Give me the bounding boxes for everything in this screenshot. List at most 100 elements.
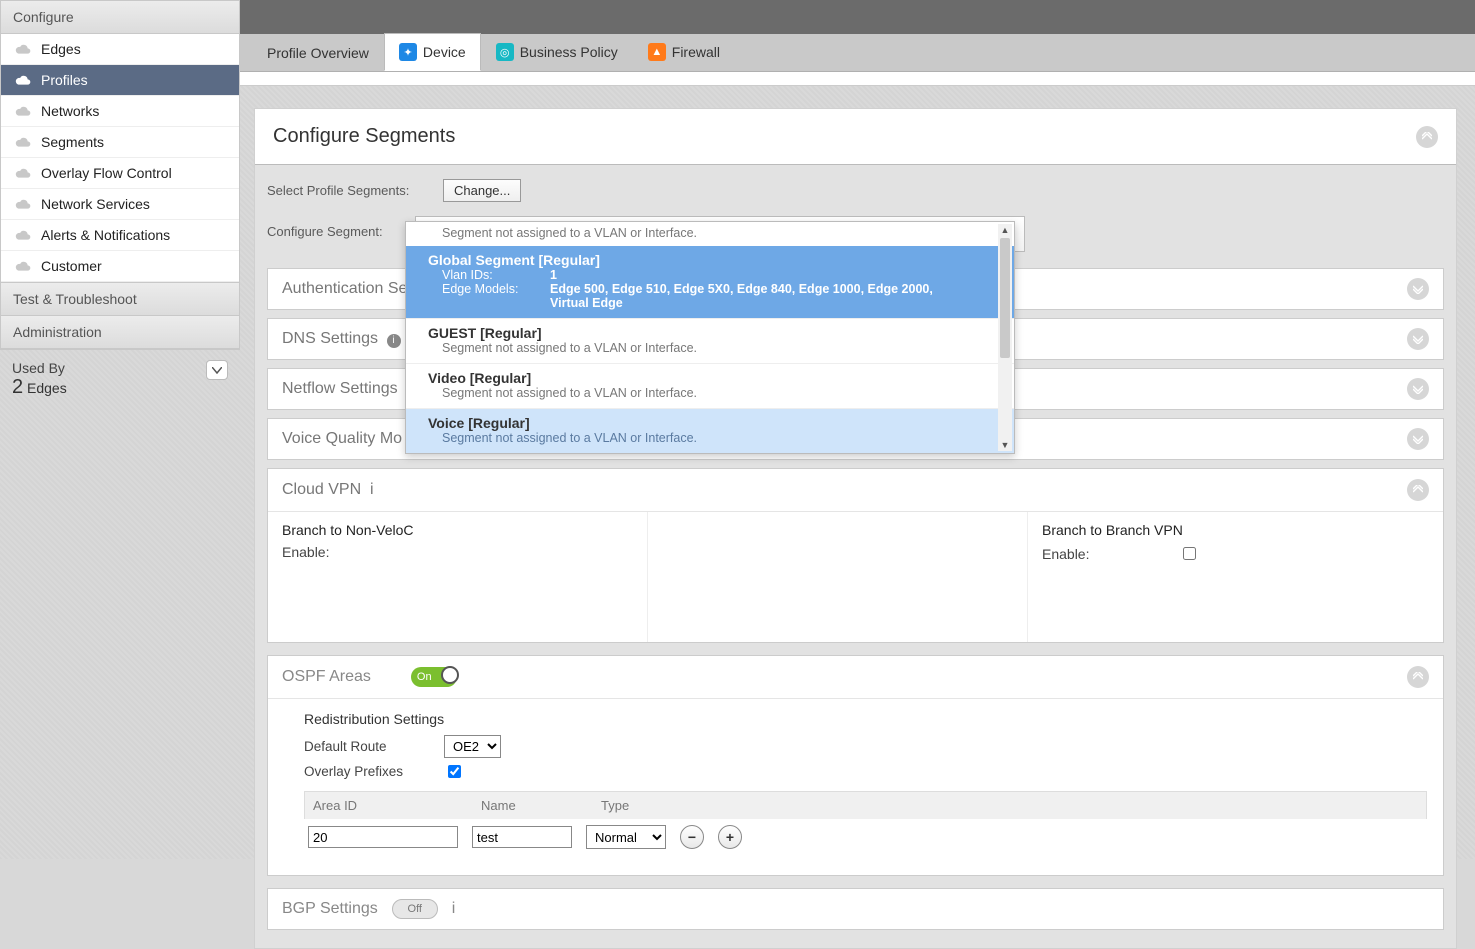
tab-firewall[interactable]: ▲ Firewall — [633, 33, 735, 71]
sidebar: Configure Edges Profiles Networks Segmen… — [0, 0, 240, 859]
sidebar-item-segments[interactable]: Segments — [1, 127, 239, 158]
tab-label: Profile Overview — [267, 45, 369, 61]
expand-button[interactable] — [1407, 328, 1429, 350]
chevron-up-icon — [1413, 672, 1423, 682]
tab-label: Business Policy — [520, 44, 618, 60]
accordion-label: DNS Settings — [282, 330, 378, 347]
cloud-icon — [15, 198, 31, 210]
sidebar-item-network-services[interactable]: Network Services — [1, 189, 239, 220]
tab-label: Device — [423, 44, 466, 60]
device-icon: ✦ — [399, 43, 417, 61]
cloud-icon — [15, 74, 31, 86]
sidebar-item-profiles[interactable]: Profiles — [1, 65, 239, 96]
info-icon: i — [387, 334, 401, 348]
expand-button[interactable] — [1407, 378, 1429, 400]
sidebar-item-label: Overlay Flow Control — [41, 165, 172, 181]
sidebar-item-customer[interactable]: Customer — [1, 251, 239, 282]
dropdown-item-video[interactable]: Video [Regular] Segment not assigned to … — [406, 364, 1014, 409]
sidebar-item-label: Segments — [41, 134, 104, 150]
area-name-input[interactable] — [472, 826, 572, 848]
chevron-down-icon — [1413, 384, 1423, 394]
remove-row-button[interactable]: − — [680, 825, 704, 849]
dropdown-item-sub: Segment not assigned to a VLAN or Interf… — [428, 386, 1004, 400]
dropdown-item-guest[interactable]: GUEST [Regular] Segment not assigned to … — [406, 319, 1014, 364]
overlay-prefixes-label: Overlay Prefixes — [304, 764, 444, 779]
sidebar-header-administration[interactable]: Administration — [1, 316, 239, 349]
used-by-section: Used By 2 Edges — [0, 350, 240, 459]
chevron-up-icon — [1413, 485, 1423, 495]
segment-dropdown: Segment not assigned to a VLAN or Interf… — [405, 221, 1015, 454]
bgp-title: BGP Settings — [282, 900, 378, 918]
ospf-title: OSPF Areas — [282, 668, 371, 686]
vpn-column-branch-branch: Branch to Branch VPN Enable: — [1028, 512, 1443, 642]
cloud-icon — [15, 105, 31, 117]
area-type-select[interactable]: Normal — [586, 825, 666, 849]
sidebar-item-label: Alerts & Notifications — [41, 227, 170, 243]
add-row-button[interactable]: + — [718, 825, 742, 849]
dropdown-item-title: GUEST [Regular] — [428, 325, 1004, 341]
ospf-toggle[interactable]: On — [411, 667, 457, 687]
scroll-up-icon: ▲ — [998, 224, 1012, 236]
tab-profile-overview[interactable]: Profile Overview — [252, 35, 384, 71]
chevron-down-icon — [212, 367, 222, 374]
scroll-thumb[interactable] — [1000, 238, 1010, 358]
default-route-select[interactable]: OE2 — [444, 735, 501, 758]
vpn-column-middle — [648, 512, 1028, 642]
firewall-icon: ▲ — [648, 43, 666, 61]
expand-button[interactable] — [1407, 278, 1429, 300]
cloud-icon — [15, 260, 31, 272]
dropdown-scrollbar[interactable]: ▲ ▼ — [998, 224, 1012, 451]
info-icon: i — [452, 900, 456, 918]
cloud-icon — [15, 136, 31, 148]
redistribution-settings-label: Redistribution Settings — [304, 711, 1427, 727]
vlan-ids-label: Vlan IDs: — [442, 268, 550, 282]
vpn-col-title: Branch to Non-VeloC — [282, 522, 633, 538]
sidebar-header-test-troubleshoot[interactable]: Test & Troubleshoot — [1, 282, 239, 316]
sidebar-item-overlay-flow-control[interactable]: Overlay Flow Control — [1, 158, 239, 189]
top-bar — [240, 0, 1475, 34]
default-route-label: Default Route — [304, 739, 444, 754]
accordion-label: Authentication Se — [282, 280, 407, 297]
toggle-knob-icon — [441, 666, 459, 684]
table-row: Normal − + — [304, 819, 1427, 855]
sidebar-item-networks[interactable]: Networks — [1, 96, 239, 127]
bgp-settings-panel: BGP Settings Off i — [267, 888, 1444, 930]
tab-label: Firewall — [672, 44, 720, 60]
area-id-input[interactable] — [308, 826, 458, 848]
minus-icon: − — [688, 829, 696, 845]
overlay-prefixes-checkbox[interactable] — [448, 765, 461, 778]
dropdown-item-title: Voice [Regular] — [428, 415, 1004, 431]
dropdown-item-voice[interactable]: Voice [Regular] Segment not assigned to … — [406, 409, 1014, 453]
cloud-icon — [15, 229, 31, 241]
dropdown-item-sub: Segment not assigned to a VLAN or Interf… — [428, 431, 1004, 445]
cloud-vpn-title: Cloud VPN — [282, 481, 361, 498]
enable-label: Enable: — [282, 544, 633, 560]
branch-to-branch-enable-checkbox[interactable] — [1183, 547, 1196, 560]
business-policy-icon: ◎ — [496, 43, 514, 61]
sidebar-item-alerts-notifications[interactable]: Alerts & Notifications — [1, 220, 239, 251]
change-button[interactable]: Change... — [443, 179, 521, 202]
col-type: Type — [593, 792, 683, 819]
cloud-icon — [15, 43, 31, 55]
chevron-down-icon — [1413, 334, 1423, 344]
accordion-label: Netflow Settings — [282, 380, 398, 397]
collapse-button[interactable] — [1407, 479, 1429, 501]
expand-button[interactable] — [1407, 428, 1429, 450]
tab-device[interactable]: ✦ Device — [384, 33, 481, 71]
chevron-up-icon — [1422, 132, 1432, 142]
collapse-button[interactable] — [1416, 126, 1438, 148]
dropdown-item-global-segment[interactable]: Global Segment [Regular] Vlan IDs: 1 Edg… — [406, 246, 1014, 319]
used-by-expand-button[interactable] — [206, 360, 228, 380]
plus-icon: + — [726, 829, 734, 845]
col-area-id: Area ID — [305, 792, 473, 819]
chevron-down-icon — [1413, 284, 1423, 294]
tab-business-policy[interactable]: ◎ Business Policy — [481, 33, 633, 71]
collapse-button[interactable] — [1407, 666, 1429, 688]
used-by-unit: Edges — [27, 380, 67, 396]
sidebar-item-edges[interactable]: Edges — [1, 34, 239, 65]
select-profile-segments-label: Select Profile Segments: — [267, 183, 415, 198]
sidebar-header-configure[interactable]: Configure — [1, 0, 239, 34]
used-by-label: Used By — [12, 360, 67, 376]
ospf-areas-panel: OSPF Areas On Redistribution Settings — [267, 655, 1444, 876]
bgp-toggle[interactable]: Off — [392, 899, 438, 919]
